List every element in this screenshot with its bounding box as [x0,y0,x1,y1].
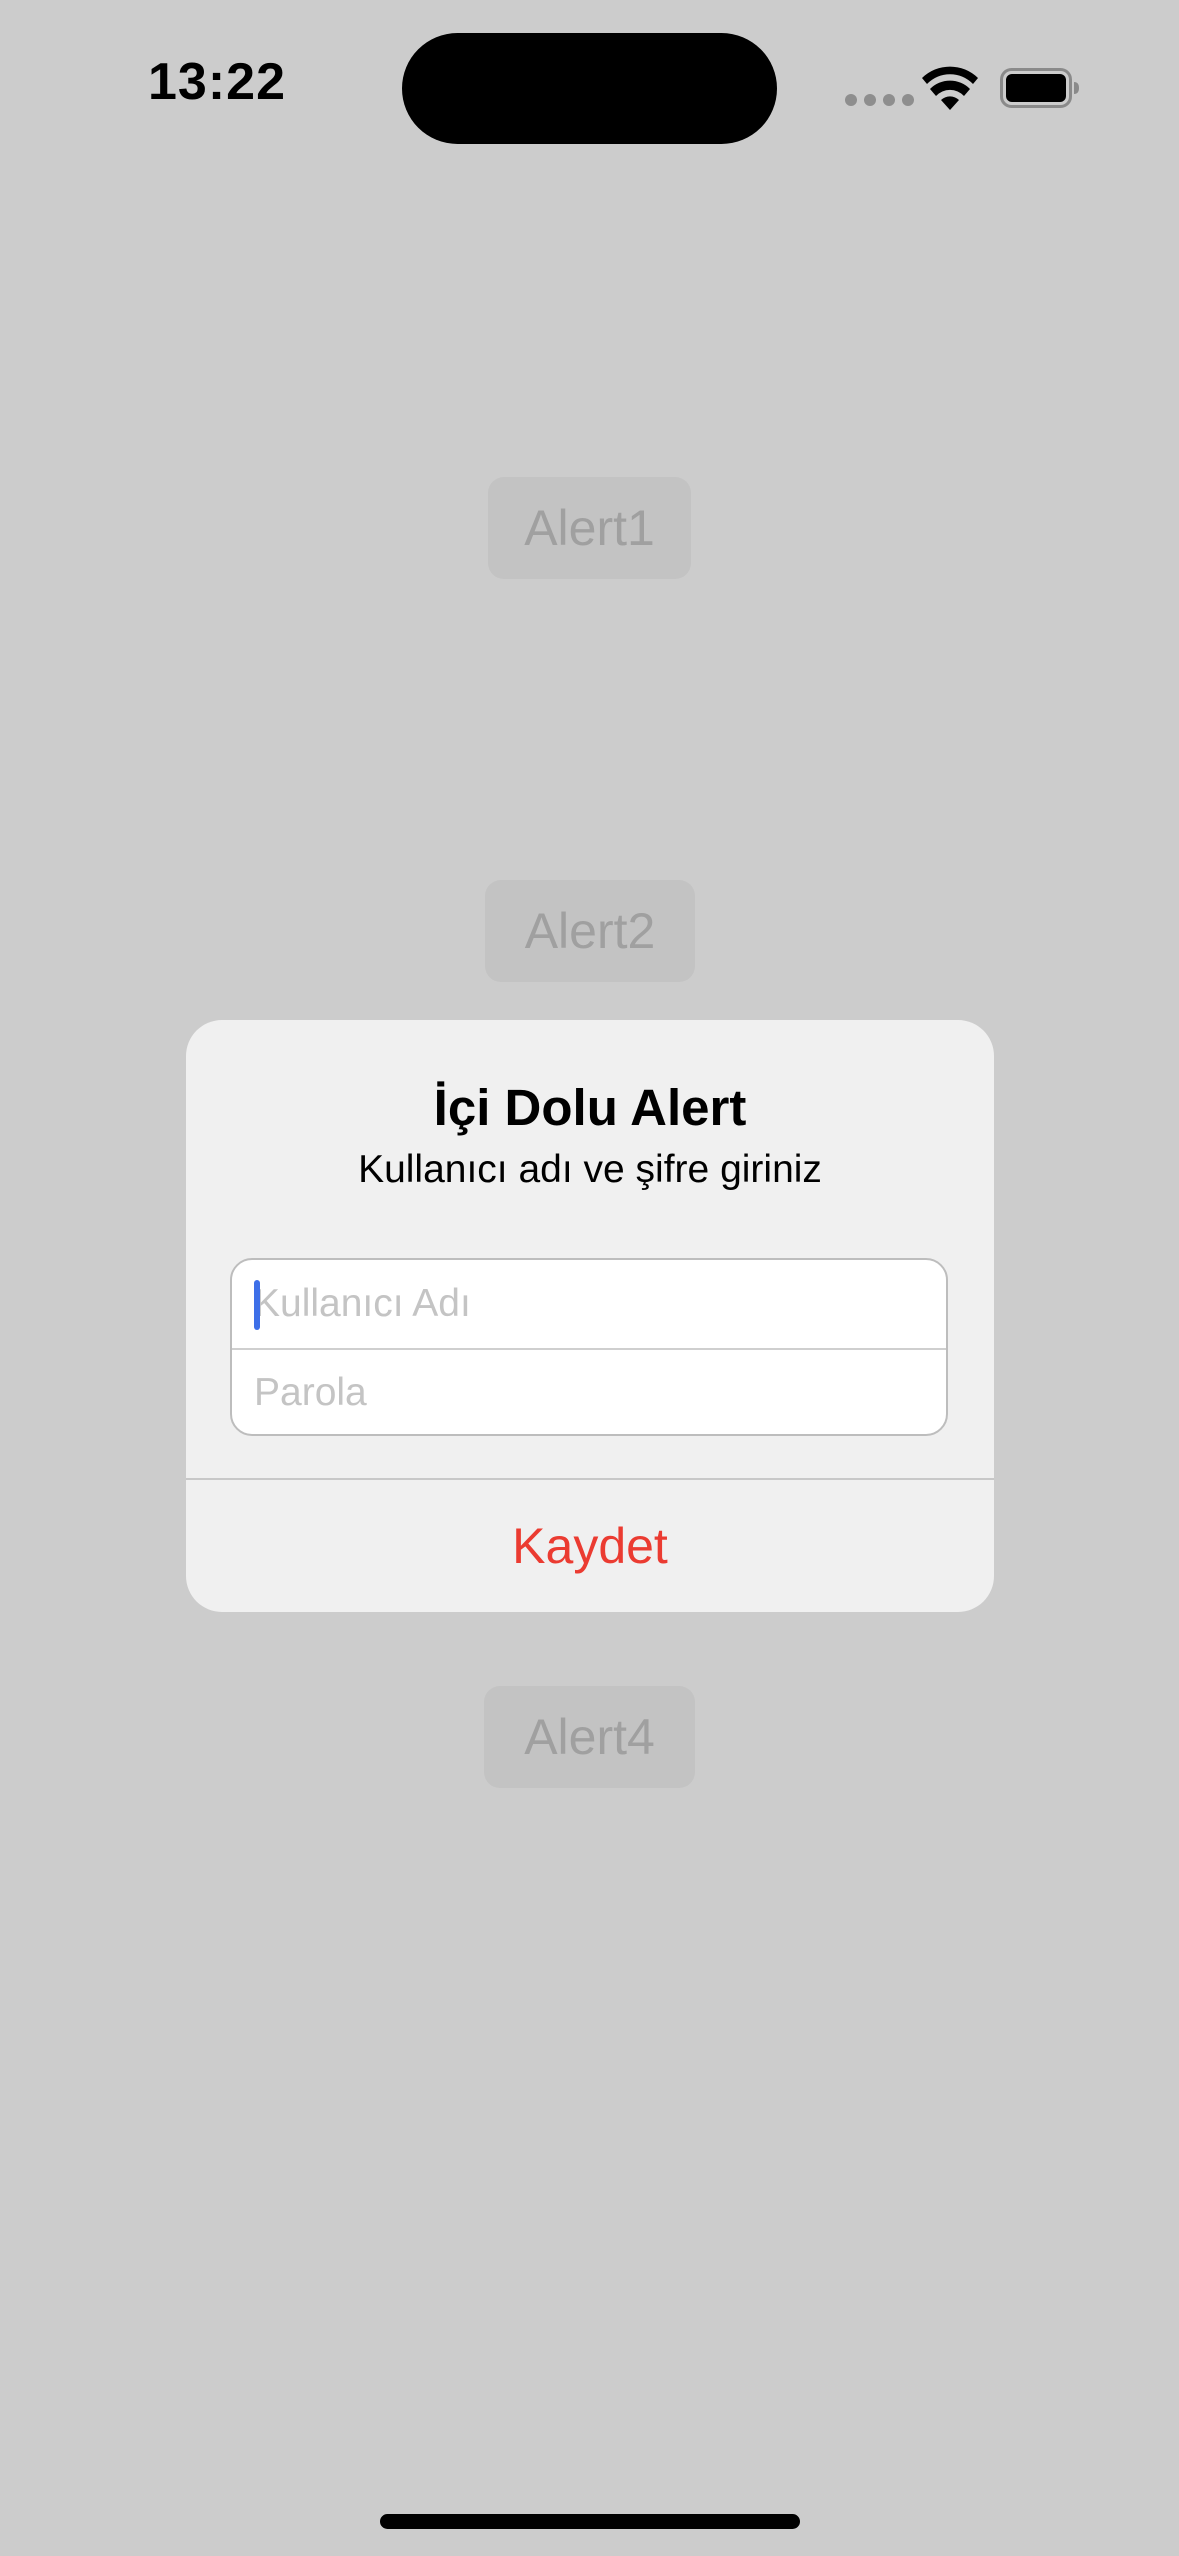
home-indicator[interactable] [380,2514,800,2529]
battery-icon [1000,68,1079,108]
username-field[interactable] [232,1260,946,1348]
alert-message: Kullanıcı adı ve şifre giriniz [358,1148,822,1191]
text-field-group [230,1258,948,1436]
alert2-button: Alert2 [485,880,695,982]
alert1-button: Alert1 [488,477,691,579]
signal-dots-icon [845,94,914,106]
text-cursor [254,1280,260,1330]
wifi-icon [922,66,978,110]
alert4-button: Alert4 [484,1686,695,1788]
password-field[interactable] [232,1349,946,1434]
dynamic-island [402,33,777,144]
alert-dialog: İçi Dolu Alert Kullanıcı adı ve şifre gi… [186,1020,994,1612]
status-time: 13:22 [148,53,286,111]
alert-title: İçi Dolu Alert [433,1079,747,1136]
save-button[interactable]: Kaydet [186,1480,994,1612]
